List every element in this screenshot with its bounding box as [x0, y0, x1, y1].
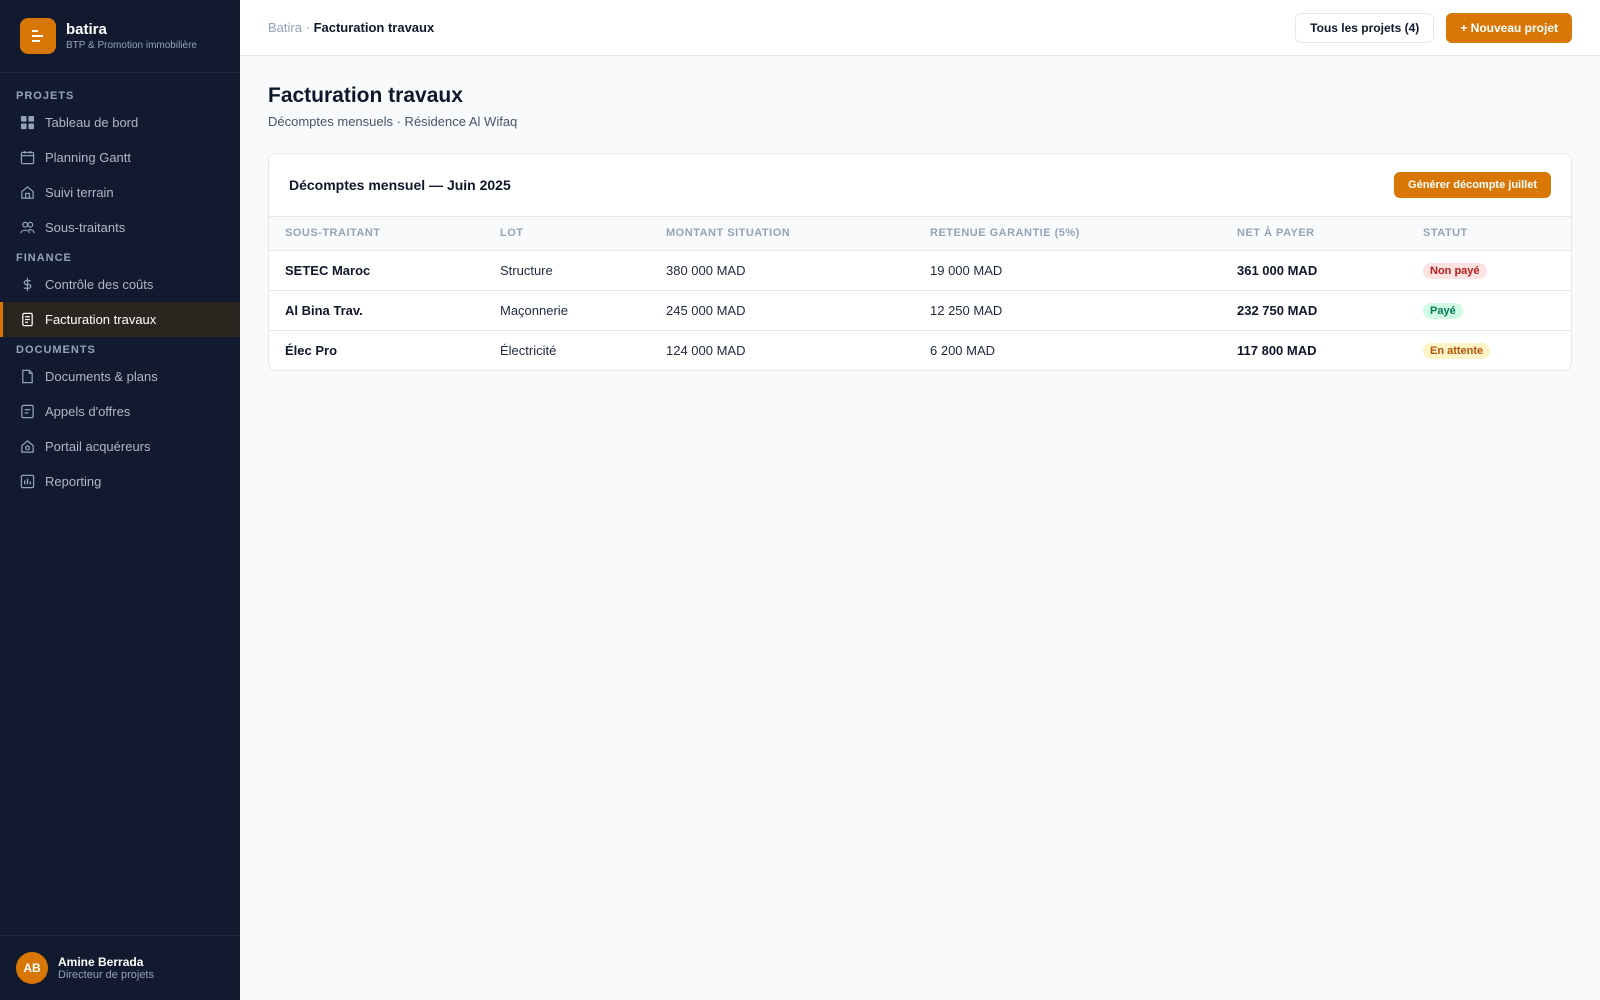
cell-retention: 19 000 MAD: [914, 250, 1221, 291]
cell-amount: 380 000 MAD: [650, 250, 914, 291]
grid-icon: [20, 115, 35, 130]
sidebar: batira BTP & Promotion immobilière PROJE…: [0, 0, 240, 1000]
dollar-icon: [23, 277, 32, 292]
sidebar-item-appels-doffres[interactable]: Appels d'offres: [0, 394, 240, 429]
brand-subtitle: BTP & Promotion immobilière: [66, 39, 197, 51]
cell-lot: Structure: [484, 250, 650, 291]
house-icon: [21, 440, 34, 453]
column-header-montant: MONTANT SITUATION: [650, 217, 914, 251]
logo-icon: [20, 18, 56, 54]
column-header-retenue: RETENUE GARANTIE (5%): [914, 217, 1221, 251]
cell-lot: Électricité: [500, 342, 557, 358]
sidebar-item-label: Facturation travaux: [45, 312, 157, 327]
sidebar-item-label: Tableau de bord: [45, 115, 139, 130]
home-icon: [21, 186, 34, 199]
sidebar-item-label: Reporting: [45, 474, 102, 489]
brand[interactable]: batira BTP & Promotion immobilière: [0, 0, 240, 73]
cell-retention: 6 200 MAD: [930, 342, 996, 358]
sidebar-item-label: Portail acquéreurs: [45, 439, 151, 454]
section-label-documents: DOCUMENTS: [16, 344, 96, 356]
sidebar-item-label: Documents & plans: [45, 369, 158, 384]
cell-net: 117 800 MAD: [1237, 342, 1317, 358]
table-row[interactable]: SETEC Maroc Structure 380 000 MAD 19 000…: [269, 250, 1571, 291]
sidebar-item-portail-acquereurs[interactable]: Portail acquéreurs: [0, 429, 240, 464]
calendar-icon: [20, 150, 35, 165]
table-row[interactable]: Al Bina Trav. Maçonnerie 245 000 MAD 12 …: [269, 290, 1571, 331]
cell-amount: 124 000 MAD: [666, 342, 746, 358]
decomptes-table: SOUS-TRAITANT LOT MONTANT SITUATION RETE…: [269, 217, 1571, 370]
brand-name: batira: [66, 20, 107, 38]
user-profile[interactable]: AB Amine Berrada Directeur de projets: [0, 935, 240, 1000]
page-title: Facturation travaux: [268, 84, 463, 107]
column-header-statut: STATUT: [1407, 217, 1571, 251]
topbar: Batira · Facturation travaux Tous les pr…: [240, 0, 1600, 56]
users-icon: [20, 221, 35, 234]
column-header-net: NET À PAYER: [1221, 217, 1407, 251]
user-role: Directeur de projets: [58, 968, 154, 981]
section-label-finance: FINANCE: [16, 252, 72, 264]
section-label-projets: PROJETS: [16, 90, 75, 102]
card-title: Décomptes mensuel — Juin 2025: [289, 177, 511, 193]
sidebar-item-facturation-travaux[interactable]: Facturation travaux: [0, 302, 240, 337]
sidebar-item-label: Appels d'offres: [45, 404, 131, 419]
document-icon: [21, 404, 34, 419]
avatar: AB: [16, 952, 48, 984]
breadcrumb: Batira · Facturation travaux: [268, 20, 434, 35]
cell-lot: Maçonnerie: [484, 290, 650, 331]
main-content: Facturation travaux Décomptes mensuels ·…: [268, 56, 1572, 371]
column-header-sous-traitant: SOUS-TRAITANT: [269, 217, 484, 251]
generate-decompte-button[interactable]: Générer décompte juillet: [1394, 172, 1551, 198]
sidebar-item-suivi-terrain[interactable]: Suivi terrain: [0, 175, 240, 210]
table-row[interactable]: Élec Pro Électricité 124 000 MAD 6 200 M…: [269, 330, 1571, 370]
breadcrumb-separator: ·: [305, 20, 310, 35]
cell-amount: 245 000 MAD: [650, 290, 914, 331]
sidebar-item-label: Sous-traitants: [45, 220, 126, 235]
breadcrumb-root[interactable]: Batira: [268, 20, 302, 35]
cell-retention: 12 250 MAD: [914, 290, 1221, 331]
status-badge: Payé: [1423, 302, 1463, 319]
sidebar-item-reporting[interactable]: Reporting: [0, 464, 240, 499]
sidebar-item-label: Suivi terrain: [45, 185, 114, 200]
status-badge: En attente: [1423, 342, 1491, 359]
page-subtitle: Décomptes mensuels · Résidence Al Wifaq: [268, 114, 518, 129]
sidebar-item-planning-gantt[interactable]: Planning Gantt: [0, 140, 240, 175]
user-name: Amine Berrada: [58, 954, 144, 969]
cell-subcontractor: Élec Pro: [285, 342, 338, 358]
cell-net: 232 750 MAD: [1221, 290, 1407, 331]
cell-subcontractor: SETEC Maroc: [269, 250, 484, 291]
sidebar-item-controle-des-couts[interactable]: Contrôle des coûts: [0, 267, 240, 302]
cell-subcontractor: Al Bina Trav.: [269, 290, 484, 331]
status-badge: Non payé: [1423, 262, 1487, 279]
sidebar-item-sous-traitants[interactable]: Sous-traitants: [0, 210, 240, 245]
all-projects-button[interactable]: Tous les projets (4): [1295, 12, 1435, 43]
decomptes-card: Décomptes mensuel — Juin 2025 Générer dé…: [268, 153, 1572, 371]
sidebar-item-label: Planning Gantt: [45, 150, 132, 165]
sidebar-item-tableau-de-bord[interactable]: Tableau de bord: [0, 105, 240, 140]
table-header-row: SOUS-TRAITANT LOT MONTANT SITUATION RETE…: [269, 217, 1571, 251]
file-icon: [22, 369, 33, 384]
breadcrumb-current: Facturation travaux: [313, 20, 435, 35]
chart-icon: [20, 474, 35, 489]
sidebar-item-label: Contrôle des coûts: [45, 277, 154, 292]
invoice-icon: [22, 312, 33, 327]
sidebar-item-documents-plans[interactable]: Documents & plans: [0, 359, 240, 394]
cell-net: 361 000 MAD: [1221, 250, 1407, 291]
column-header-lot: LOT: [484, 217, 650, 251]
new-project-button[interactable]: + Nouveau projet: [1446, 12, 1572, 43]
